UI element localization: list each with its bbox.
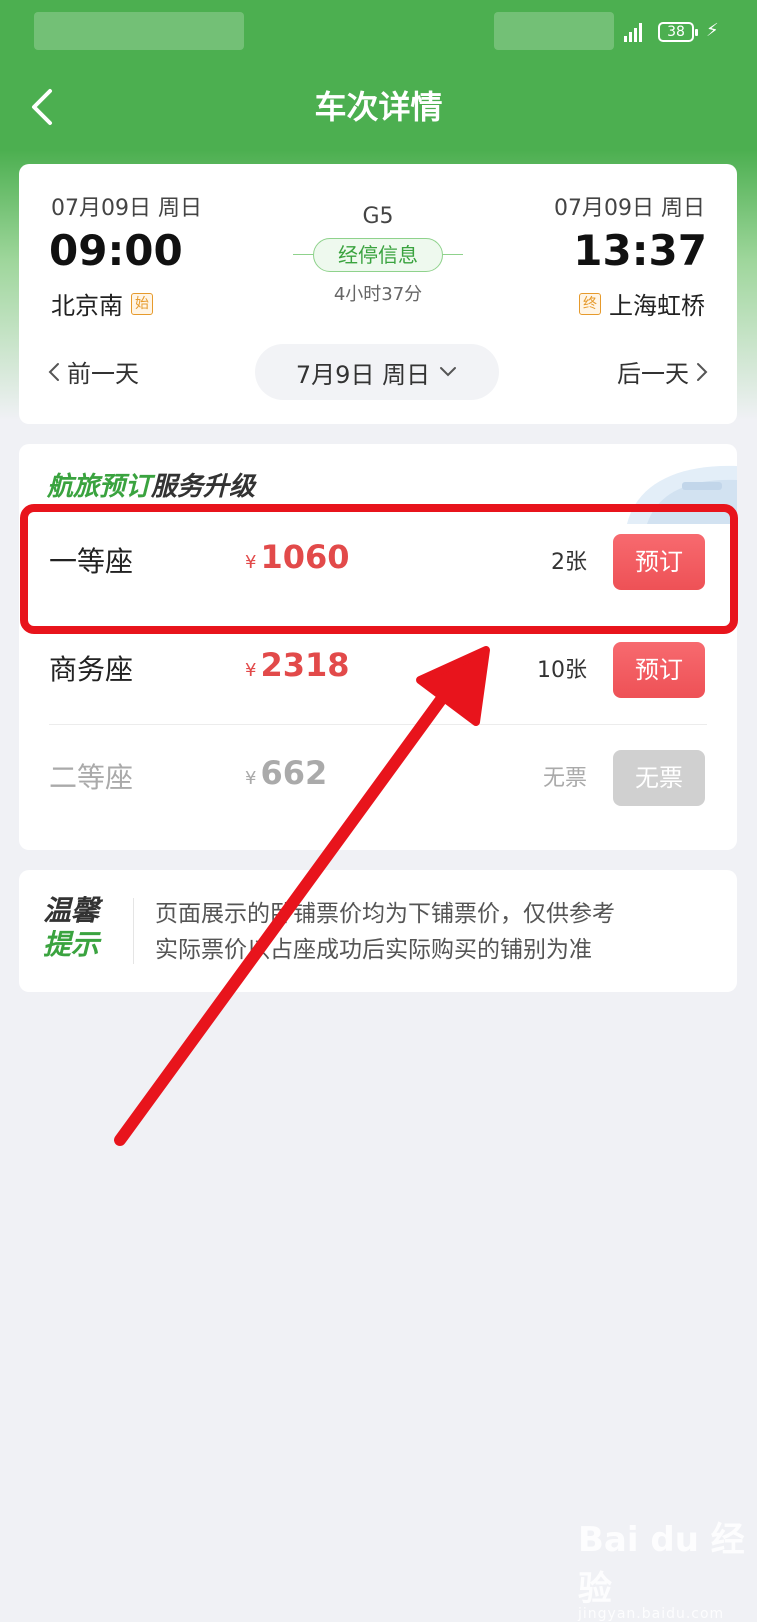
tip-divider — [133, 898, 134, 964]
tip-label-line2: 提示 — [43, 928, 100, 961]
date-selector[interactable]: 7月9日 周日 — [255, 344, 499, 400]
trip-info-card: 07月09日 周日 07月09日 周日 09:00 13:37 北京南 始 终 … — [19, 164, 737, 424]
highlight-box — [20, 504, 738, 634]
next-day-button[interactable]: 后一天 — [617, 354, 709, 389]
watermark: Bai du 经验 jingyan.baidu.com — [578, 1512, 757, 1622]
signal-icon — [624, 22, 646, 42]
chevron-left-icon — [48, 362, 59, 381]
sold-out-button-second-class: 无票 — [613, 750, 705, 806]
battery-level: 38 — [667, 24, 685, 40]
promo-rest: 服务升级 — [151, 472, 256, 502]
tip-text: 页面展示的卧铺票价均为下铺票价，仅供参考 实际票价以占座成功后实际购买的铺别为准 — [155, 896, 615, 968]
arrive-station-name: 上海虹桥 — [609, 292, 705, 320]
seat-price: ¥662 — [245, 754, 327, 792]
seat-name: 商务座 — [49, 653, 134, 686]
train-number: G5 — [362, 204, 394, 229]
battery-icon: 38 — [658, 22, 698, 42]
book-button-business-class[interactable]: 预订 — [613, 642, 705, 698]
stops-info-button[interactable]: 经停信息 — [313, 238, 443, 272]
terminal-tag: 终 — [579, 292, 601, 315]
page-title: 车次详情 — [314, 88, 443, 126]
prev-day-label: 前一天 — [67, 360, 139, 388]
seat-price-value: 2318 — [260, 646, 350, 684]
arrive-time: 13:37 — [573, 226, 707, 275]
promo-highlight: 航旅预订 — [47, 472, 152, 502]
watermark-url: jingyan.baidu.com — [578, 1606, 725, 1622]
depart-date: 07月09日 周日 — [51, 196, 202, 221]
seat-name: 二等座 — [49, 761, 134, 794]
tip-line-2: 实际票价以占座成功后实际购买的铺别为准 — [155, 937, 592, 963]
seat-count: 无票 — [542, 766, 587, 791]
chevron-down-icon — [440, 367, 457, 377]
travel-duration: 4小时37分 — [333, 284, 423, 305]
blurred-status-right — [494, 12, 614, 50]
depart-station: 北京南 始 — [51, 286, 153, 321]
depart-station-name: 北京南 — [51, 292, 123, 320]
seat-price: ¥2318 — [245, 646, 350, 684]
blurred-status-left — [34, 12, 244, 50]
arrive-station: 终 上海虹桥 — [579, 286, 705, 321]
tip-line-1: 页面展示的卧铺票价均为下铺票价，仅供参考 — [155, 901, 615, 927]
status-bar: 38 ⚡ — [0, 0, 757, 62]
tip-card: 温馨 提示 页面展示的卧铺票价均为下铺票价，仅供参考 实际票价以占座成功后实际购… — [19, 870, 737, 992]
currency-symbol: ¥ — [245, 768, 257, 789]
seat-price-value: 662 — [260, 754, 328, 792]
next-day-label: 后一天 — [617, 360, 689, 388]
currency-symbol: ¥ — [245, 660, 257, 681]
seat-row-second-class: 二等座 ¥662 无票 无票 — [19, 724, 737, 834]
tip-label-line1: 温馨 — [43, 894, 100, 927]
seat-count: 10张 — [537, 658, 587, 683]
watermark-logo: Bai du 经验 — [578, 1520, 745, 1609]
selected-date: 7月9日 周日 — [295, 360, 431, 389]
promo-banner: 航旅预订服务升级 — [47, 466, 255, 503]
chevron-right-icon — [697, 362, 708, 381]
charging-icon: ⚡ — [706, 20, 719, 41]
prev-day-button[interactable]: 前一天 — [47, 354, 139, 389]
depart-time: 09:00 — [49, 226, 183, 275]
arrive-date: 07月09日 周日 — [554, 196, 705, 221]
tip-label: 温馨 提示 — [43, 894, 99, 962]
origin-tag: 始 — [131, 292, 153, 315]
